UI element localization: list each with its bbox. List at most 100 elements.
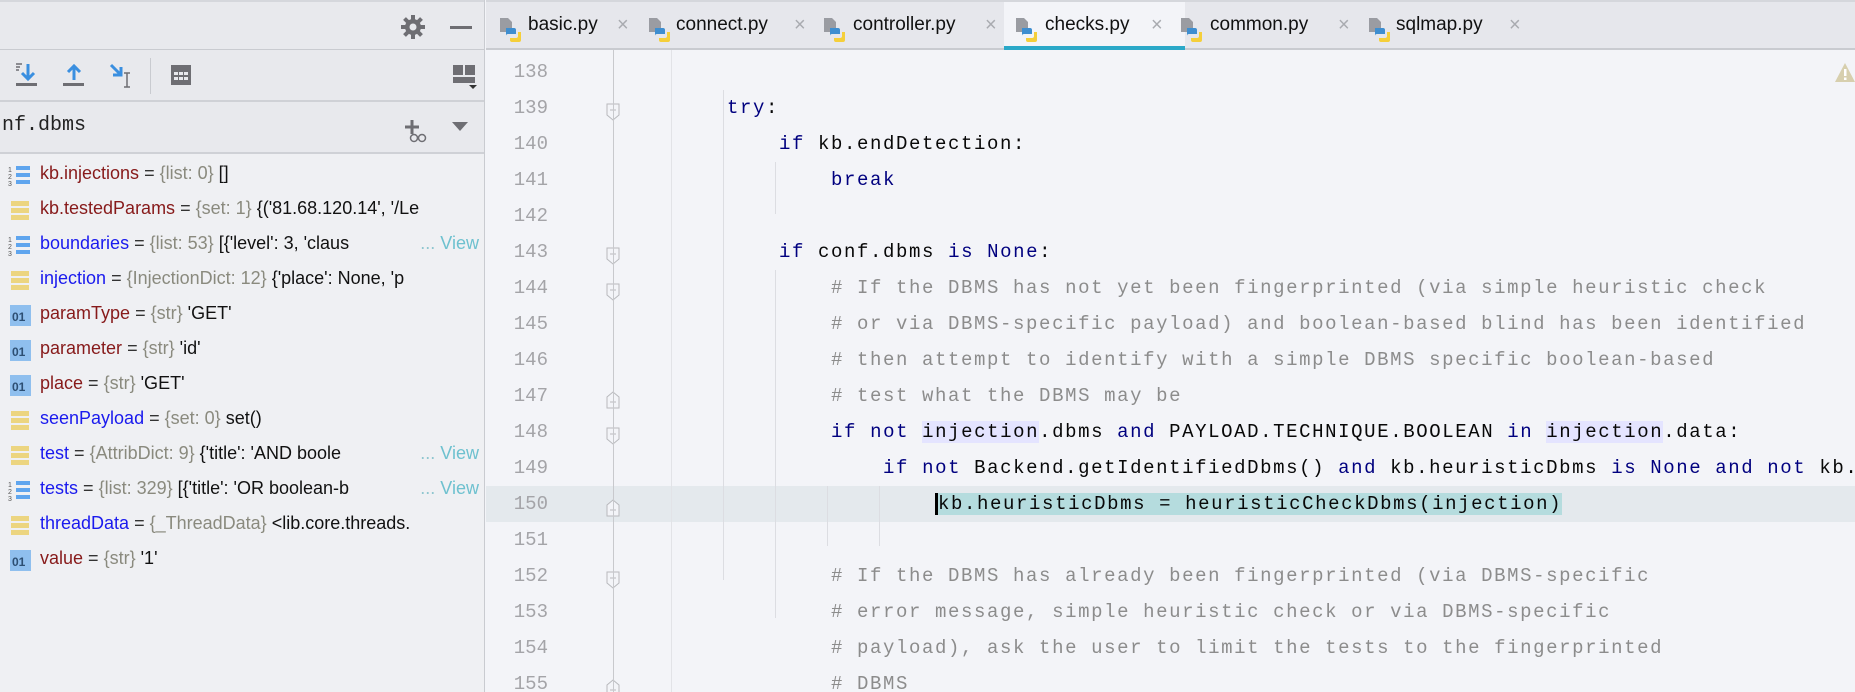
variable-row[interactable]: injection = {InjectionDict: 12} {'place'… <box>0 261 484 296</box>
code-line[interactable]: 155 # DBMS <box>486 666 1855 692</box>
variable-value: set() <box>225 408 262 428</box>
tab-checks[interactable]: checks.py × <box>1004 2 1185 50</box>
code-line[interactable]: 141 break <box>486 162 1855 198</box>
close-tab-icon[interactable]: × <box>794 2 806 48</box>
variable-row[interactable]: 01 place = {str} 'GET' <box>0 366 484 401</box>
code-line[interactable]: 150 kb.heuristicDbms = heuristicCheckDbm… <box>486 486 1855 522</box>
close-tab-icon[interactable]: × <box>985 2 997 48</box>
code-line[interactable]: 144 # If the DBMS has not yet been finge… <box>486 270 1855 306</box>
equals-sign: = <box>74 443 85 463</box>
comment-token: # DBMS <box>831 673 910 692</box>
code-line[interactable]: 143 if conf.dbms is None: <box>486 234 1855 270</box>
view-link[interactable]: ... View <box>418 436 479 471</box>
variable-value: 'GET' <box>140 373 185 393</box>
step-into-icon[interactable] <box>14 62 40 88</box>
view-link[interactable]: ... View <box>418 471 479 506</box>
equals-sign: = <box>180 198 191 218</box>
equals-sign: = <box>88 548 99 568</box>
tab-controller[interactable]: controller.py × <box>812 2 1019 50</box>
code-line[interactable]: 147 # test what the DBMS may be <box>486 378 1855 414</box>
code-line[interactable]: 154 # payload), ask the user to limit th… <box>486 630 1855 666</box>
variable-row[interactable]: kb.testedParams = {set: 1} {('81.68.120.… <box>0 191 484 226</box>
tab-common[interactable]: common.py × <box>1169 2 1372 50</box>
step-out-icon[interactable] <box>61 62 87 88</box>
tab-connect[interactable]: connect.py × <box>637 2 828 50</box>
evaluate-table-icon[interactable] <box>170 64 192 86</box>
code-line[interactable]: 153 # error message, simple heuristic ch… <box>486 594 1855 630</box>
view-label[interactable]: View <box>440 443 479 463</box>
variable-row[interactable]: seenPayload = {set: 0} set() <box>0 401 484 436</box>
variable-row[interactable]: 01 parameter = {str} 'id' <box>0 331 484 366</box>
close-tab-icon[interactable]: × <box>1338 2 1350 48</box>
python-file-icon <box>649 14 671 42</box>
code-line[interactable]: 139 try: <box>486 90 1855 126</box>
svg-text:01: 01 <box>12 555 26 569</box>
variable-row[interactable]: 1 2 3 kb.injections = {list: 0} [] <box>0 156 484 191</box>
variable-value: [{'level': 3, 'claus <box>218 233 350 253</box>
variable-text: threadData = {_ThreadData} <lib.core.thr… <box>40 506 410 541</box>
view-label[interactable]: View <box>440 478 479 498</box>
code-line[interactable]: 148 if not injection.dbms and PAYLOAD.TE… <box>486 414 1855 450</box>
code-editor[interactable]: 138 139 try: 140 if kb.endDetection: 141 br… <box>486 50 1855 692</box>
code-token: .dbms <box>1039 421 1118 443</box>
watch-expression-input[interactable]: nf.dbms <box>2 114 86 137</box>
comment-token: # If the DBMS has already been fingerpri… <box>831 565 1651 587</box>
keyword-token: not <box>1767 457 1807 479</box>
warning-icon[interactable] <box>1834 62 1855 84</box>
indent-guide <box>775 162 776 214</box>
variable-name: place <box>40 373 84 393</box>
code-token: Backend.getIdentifiedDbms() <box>961 457 1339 479</box>
code-line[interactable]: 142 <box>486 198 1855 234</box>
code-line[interactable]: 151 <box>486 522 1855 558</box>
code-text: if kb.endDetection: <box>675 126 1026 162</box>
python-file-icon <box>824 14 846 42</box>
variable-type: {str} <box>103 373 136 393</box>
view-label[interactable]: View <box>440 233 479 253</box>
run-to-cursor-icon[interactable] <box>108 62 134 90</box>
layout-options-icon[interactable] <box>452 64 478 90</box>
view-link[interactable]: ... View <box>418 226 479 261</box>
line-number: 141 <box>513 169 548 191</box>
line-number: 139 <box>513 97 548 119</box>
line-number: 146 <box>513 349 548 371</box>
variable-row[interactable]: 01 value = {str} '1' <box>0 541 484 576</box>
variable-row[interactable]: 1 2 3 boundaries = {list: 53} [{'level': 3,… <box>0 226 484 261</box>
svg-text:2: 2 <box>8 174 12 181</box>
variable-name: injection <box>40 268 107 288</box>
code-line[interactable]: 149 if not Backend.getIdentifiedDbms() a… <box>486 450 1855 486</box>
variable-name: paramType <box>40 303 131 323</box>
code-line[interactable]: 138 <box>486 54 1855 90</box>
usage-highlight: injection <box>922 421 1040 443</box>
close-tab-icon[interactable]: × <box>617 2 629 48</box>
close-tab-icon[interactable]: × <box>1151 2 1163 48</box>
variable-row[interactable]: 01 paramType = {str} 'GET' <box>0 296 484 331</box>
variable-text: kb.injections = {list: 0} [] <box>40 156 229 191</box>
code-line[interactable]: 145 # or via DBMS-specific payload) and … <box>486 306 1855 342</box>
variable-row[interactable]: threadData = {_ThreadData} <lib.core.thr… <box>0 506 484 541</box>
code-line[interactable]: 152 # If the DBMS has already been finge… <box>486 558 1855 594</box>
code-line[interactable]: 146 # then attempt to identify with a si… <box>486 342 1855 378</box>
debugger-variables-panel: nf.dbms 1 2 3 kb.injections = {list: 0} [] k… <box>0 0 485 692</box>
tab-sqlmap[interactable]: sqlmap.py × <box>1357 2 1543 50</box>
gear-icon[interactable] <box>400 14 426 40</box>
minimize-icon[interactable] <box>450 26 472 29</box>
equals-sign: = <box>144 163 155 183</box>
python-file-icon <box>1181 14 1203 42</box>
comment-token: # or via DBMS-specific payload) and bool… <box>831 313 1807 335</box>
dropdown-triangle-icon[interactable] <box>452 122 468 132</box>
add-watch-icon[interactable] <box>402 118 428 144</box>
set-type-icon <box>8 513 32 535</box>
variable-row[interactable]: test = {AttribDict: 9} {'title': 'AND bo… <box>0 436 484 471</box>
code-line[interactable]: 140 if kb.endDetection: <box>486 126 1855 162</box>
close-tab-icon[interactable]: × <box>1509 2 1521 48</box>
variable-row[interactable]: 1 2 3 tests = {list: 329} [{'title': 'OR bo… <box>0 471 484 506</box>
tab-basic[interactable]: basic.py × <box>488 2 651 50</box>
